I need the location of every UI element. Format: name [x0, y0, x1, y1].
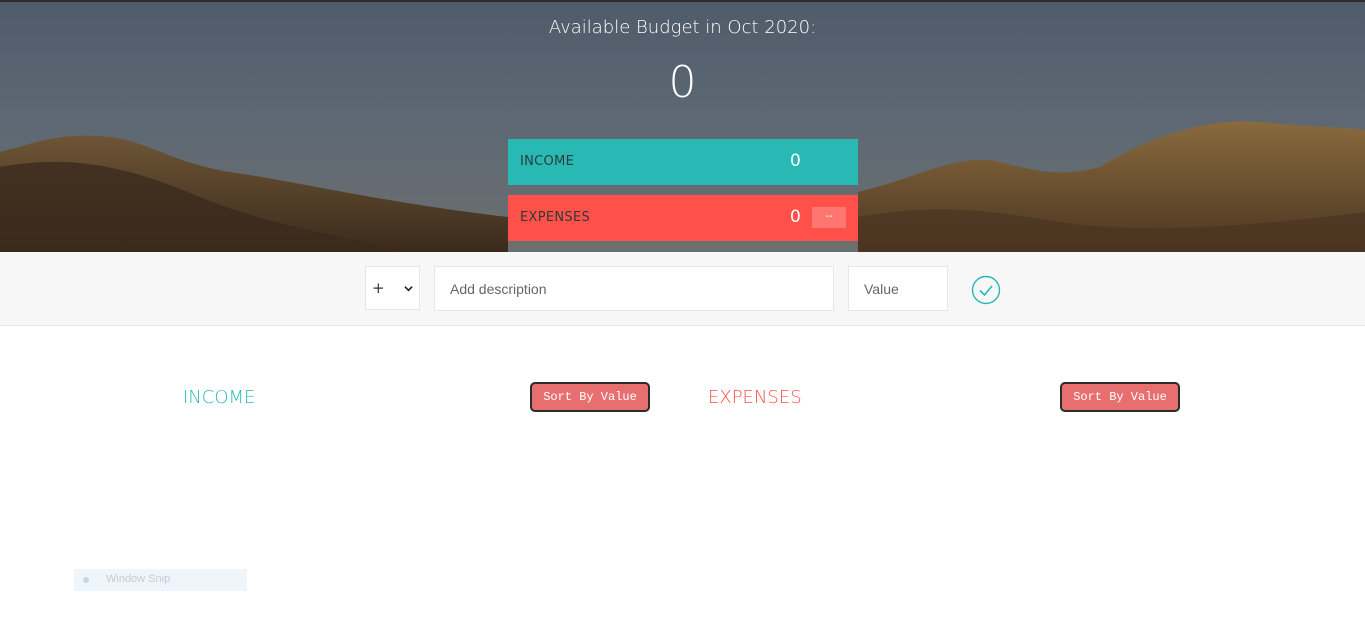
expenses-percentage-badge: --	[812, 207, 846, 228]
window-snip-overlay[interactable]: Window Snip	[74, 569, 247, 591]
expenses-summary: EXPENSES 0 --	[508, 195, 858, 241]
expenses-list-title: EXPENSES	[708, 387, 802, 408]
type-select[interactable]: +	[365, 266, 420, 310]
income-summary-value: 0	[790, 151, 801, 171]
chevron-down-icon	[404, 286, 413, 292]
header-banner: Available Budget in Oct 2020: 0 INCOME 0…	[0, 0, 1365, 252]
expenses-summary-value: 0	[790, 207, 801, 227]
add-item-bar: +	[0, 252, 1365, 326]
expenses-sort-button[interactable]: Sort By Value	[1060, 382, 1180, 412]
income-summary-label: INCOME	[520, 154, 575, 169]
add-item-check-icon[interactable]	[971, 275, 1001, 305]
description-input[interactable]	[434, 266, 834, 311]
income-list-title: INCOME	[183, 387, 256, 408]
type-select-value: +	[372, 279, 385, 297]
value-input[interactable]	[848, 266, 948, 311]
snip-icon	[83, 577, 89, 583]
budget-title: Available Budget in Oct 2020:	[548, 17, 817, 38]
available-budget-value: 0	[668, 57, 697, 108]
snip-label: Window Snip	[106, 573, 171, 585]
income-sort-button[interactable]: Sort By Value	[530, 382, 650, 412]
expenses-summary-label: EXPENSES	[520, 210, 591, 225]
income-summary: INCOME 0	[508, 139, 858, 185]
